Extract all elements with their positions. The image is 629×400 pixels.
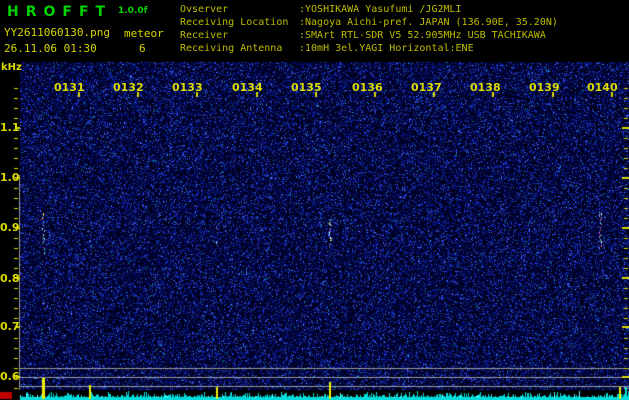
meteor-count: 6: [139, 42, 146, 55]
info-value: :10mH 3el.YAGI Horizontal:ENE: [299, 43, 474, 54]
time-label: 0131: [54, 81, 85, 94]
time-label: 0134: [232, 81, 263, 94]
info-value: :Nagoya Aichi-pref. JAPAN (136.90E, 35.2…: [299, 17, 558, 28]
time-label: 0133: [172, 81, 203, 94]
info-label: Receiver: [180, 30, 229, 41]
time-label: 0136: [352, 81, 383, 94]
freq-label: 0.8: [0, 272, 20, 285]
time-label: 0139: [529, 81, 560, 94]
info-row-antenna: Receiving Antenna :10mH 3el.YAGI Horizont…: [180, 42, 558, 55]
info-row-receiver: Receiver :SMArt RTL-SDR V5 52.905MHz USB …: [180, 29, 558, 42]
info-row-observer: Ovserver :YOSHIKAWA Yasufumi /JG2MLI: [180, 3, 558, 16]
spectrogram-canvas: [0, 0, 629, 400]
output-filename: YY2611060130.png: [4, 26, 110, 39]
info-label: Receiving Location: [180, 17, 289, 28]
time-label: 0137: [411, 81, 442, 94]
freq-label: 0.7: [0, 320, 20, 333]
app-version: 1.0.0f: [118, 6, 148, 16]
time-label: 0138: [470, 81, 501, 94]
freq-axis-unit: kHz: [1, 62, 22, 73]
freq-label: 1.1: [0, 121, 20, 134]
info-value: :YOSHIKAWA Yasufumi /JG2MLI: [299, 4, 462, 15]
mode-label: meteor: [124, 27, 164, 40]
freq-label: 0.6: [0, 370, 20, 383]
hrofft-window: { "header": { "app_title": "HROFFT", "ve…: [0, 0, 629, 400]
info-row-location: Receiving Location :Nagoya Aichi-pref. JA…: [180, 16, 558, 29]
app-title: HROFFT: [7, 4, 113, 20]
datetime-label: 26.11.06 01:30: [4, 42, 97, 55]
freq-label: 1.0: [0, 171, 20, 184]
time-label: 0140: [587, 81, 618, 94]
info-value: :SMArt RTL-SDR V5 52.905MHz USB TACHIKAW…: [299, 30, 546, 41]
time-label: 0132: [113, 81, 144, 94]
station-info: Ovserver :YOSHIKAWA Yasufumi /JG2MLI Rece…: [180, 3, 558, 55]
time-label: 0135: [291, 81, 322, 94]
info-label: Ovserver: [180, 4, 229, 15]
freq-label: 0.9: [0, 221, 20, 234]
info-label: Receiving Antenna: [180, 43, 283, 54]
